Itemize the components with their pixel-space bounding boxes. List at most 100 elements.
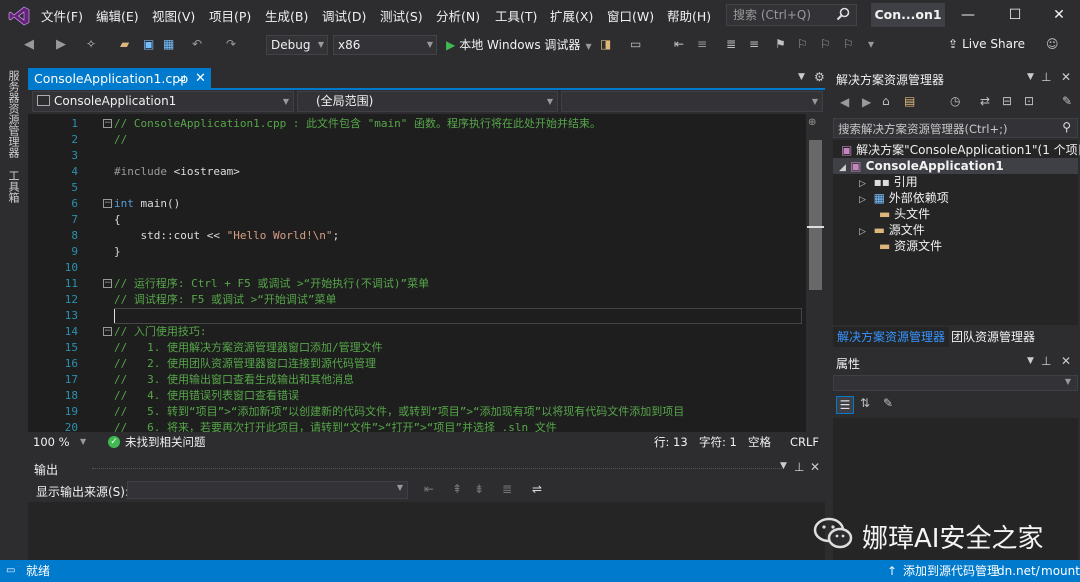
start-debugging-button[interactable]: ▶ 本地 Windows 调试器 ▼ — [446, 34, 592, 56]
screenshot-icon[interactable]: ▭ — [630, 37, 646, 53]
menu-analyze[interactable]: 分析(N) — [436, 8, 480, 26]
scope-select[interactable]: (全局范围) ▼ — [297, 91, 558, 112]
toolbox-tab[interactable]: 工具箱 — [6, 170, 20, 203]
format-icon[interactable]: ≡ — [697, 37, 713, 53]
sync-icon[interactable]: ⇄ — [980, 94, 990, 108]
tree-source-files[interactable]: ▷ ▬ 源文件 — [859, 222, 925, 238]
server-explorer-tab[interactable]: 服务器资源管理器 — [6, 70, 20, 158]
properties-object-select[interactable]: ▼ — [833, 375, 1078, 391]
tab-solution-explorer[interactable]: 解决方案资源管理器 — [833, 327, 950, 347]
open-folder-icon[interactable]: ▰ — [120, 37, 136, 53]
menu-window[interactable]: 窗口(W) — [607, 8, 654, 26]
alphabetical-icon[interactable]: ⇅ — [860, 396, 870, 410]
home-icon[interactable]: ⌂ — [882, 94, 890, 108]
prev-message-icon[interactable]: ⇞ — [452, 482, 462, 496]
save-all-icon[interactable]: ▦ — [163, 37, 179, 53]
forward-icon[interactable]: ▶ — [862, 95, 871, 109]
redo-icon[interactable]: ↷ — [226, 37, 242, 53]
menu-debug[interactable]: 调试(D) — [322, 8, 366, 26]
search-icon[interactable]: ⚲ — [1062, 120, 1071, 134]
pin-icon[interactable]: ⊥ — [1041, 70, 1051, 84]
close-panel-icon[interactable]: ✕ — [810, 460, 820, 474]
live-share-button[interactable]: ⇪ Live Share — [948, 37, 1025, 51]
search-icon[interactable] — [836, 7, 850, 21]
next-bookmark-icon[interactable]: ⚐ — [820, 37, 836, 53]
chevron-down-icon[interactable]: ▼ — [80, 432, 86, 452]
project-select[interactable]: ConsoleApplication1 ▼ — [32, 91, 294, 112]
tree-external-deps[interactable]: ▷ ▦ 外部依赖项 — [859, 190, 949, 206]
menu-build[interactable]: 生成(B) — [265, 8, 308, 26]
collapse-all-icon[interactable]: ⊟ — [1002, 94, 1012, 108]
comment-icon[interactable]: ≣ — [726, 37, 742, 53]
toolbar-options-icon[interactable]: ▾ — [868, 37, 884, 53]
split-icon[interactable]: ⊕ — [808, 117, 816, 128]
gear-icon[interactable]: ⚙ — [814, 70, 825, 84]
scrollbar-thumb[interactable] — [809, 140, 822, 290]
pin-icon[interactable]: ⊿ — [178, 68, 186, 90]
collapse-region-icon[interactable]: − — [103, 199, 112, 208]
member-select[interactable]: ▼ — [561, 91, 823, 112]
maximize-icon[interactable]: ☐ — [1005, 6, 1025, 24]
prev-bookmark-icon[interactable]: ⚐ — [797, 37, 813, 53]
tree-resource-files[interactable]: ▬ 资源文件 — [879, 238, 942, 254]
close-panel-icon[interactable]: ✕ — [1061, 354, 1071, 368]
wrench-icon[interactable]: ✎ — [883, 396, 893, 410]
menu-test[interactable]: 测试(S) — [380, 8, 423, 26]
menu-extensions[interactable]: 扩展(X) — [550, 8, 593, 26]
minimize-icon[interactable]: — — [958, 6, 978, 24]
tree-project[interactable]: ◢ ▣ ConsoleApplication1 — [839, 158, 1004, 174]
configuration-select[interactable]: Debug ▼ — [266, 35, 328, 55]
chevron-down-icon[interactable]: ▼ — [1027, 356, 1034, 366]
output-source-select[interactable]: ▼ — [127, 481, 408, 499]
chevron-down-icon[interactable]: ▼ — [780, 461, 787, 471]
menu-edit[interactable]: 编辑(E) — [96, 8, 139, 26]
back-icon[interactable]: ◀ — [24, 37, 40, 53]
chevron-down-icon[interactable]: ▼ — [1027, 72, 1034, 82]
collapse-region-icon[interactable]: − — [103, 327, 112, 336]
bookmark-icon[interactable]: ⚑ — [775, 37, 791, 53]
issues-status[interactable]: 未找到相关问题 — [125, 432, 206, 452]
solution-search-input[interactable]: 搜索解决方案资源管理器(Ctrl+;) ⚲ — [833, 118, 1078, 138]
menu-tools[interactable]: 工具(T) — [495, 8, 537, 26]
menu-project[interactable]: 项目(P) — [209, 8, 251, 26]
clear-bookmarks-icon[interactable]: ⚐ — [843, 37, 859, 53]
menu-help[interactable]: 帮助(H) — [667, 8, 711, 26]
properties-wrench-icon[interactable]: ✎ — [1062, 94, 1072, 108]
tab-team-explorer[interactable]: 团队资源管理器 — [951, 327, 1035, 347]
output-text-area[interactable] — [28, 502, 825, 560]
undo-icon[interactable]: ↶ — [192, 37, 208, 53]
save-icon[interactable]: ▣ — [143, 37, 159, 53]
add-to-source-control[interactable]: 添加到源代码管理 — [903, 560, 999, 582]
close-tab-icon[interactable]: ✕ — [195, 68, 206, 90]
history-icon[interactable]: ◷ — [950, 94, 960, 108]
show-all-files-icon[interactable]: ⊡ — [1024, 94, 1034, 108]
tab-list-icon[interactable]: ▼ — [798, 72, 805, 82]
tree-references[interactable]: ▷ ▪▪ 引用 — [859, 174, 918, 190]
zoom-level[interactable]: 100 % — [33, 432, 70, 452]
new-project-icon[interactable]: ✧ — [86, 37, 102, 53]
collapse-region-icon[interactable]: − — [103, 119, 112, 128]
pin-icon[interactable]: ⊥ — [1041, 354, 1051, 368]
switch-views-icon[interactable]: ▤ — [904, 94, 915, 108]
tree-solution[interactable]: ▣ 解决方案"ConsoleApplication1"(1 个项目 — [841, 142, 1080, 158]
pin-icon[interactable]: ⊥ — [794, 460, 804, 474]
find-message-icon[interactable]: ⇤ — [424, 482, 434, 496]
code-editor[interactable]: 1 2 3 4 5 6 7 8 9 10 11 12 13 14 15 16 17 18 19 20 −// Cons… — [28, 114, 806, 432]
collapse-region-icon[interactable]: − — [103, 279, 112, 288]
word-wrap-icon[interactable]: ⇌ — [532, 482, 542, 496]
feedback-icon[interactable]: ☺ — [1046, 37, 1062, 53]
categorized-icon[interactable]: ☰ — [836, 396, 854, 414]
menu-file[interactable]: 文件(F) — [41, 8, 83, 26]
menu-view[interactable]: 视图(V) — [152, 8, 195, 26]
step-icon[interactable]: ⇤ — [674, 37, 690, 53]
forward-icon[interactable]: ▶ — [56, 37, 72, 53]
close-panel-icon[interactable]: ✕ — [1061, 70, 1071, 84]
next-message-icon[interactable]: ⇟ — [474, 482, 484, 496]
tree-header-files[interactable]: ▬ 头文件 — [879, 206, 930, 222]
back-icon[interactable]: ◀ — [840, 95, 849, 109]
close-window-icon[interactable]: ✕ — [1049, 6, 1069, 24]
attach-icon[interactable]: ◨ — [600, 37, 616, 53]
uncomment-icon[interactable]: ≡ — [749, 37, 765, 53]
platform-select[interactable]: x86 ▼ — [333, 35, 437, 55]
clear-all-icon[interactable]: ≣ — [502, 482, 512, 496]
